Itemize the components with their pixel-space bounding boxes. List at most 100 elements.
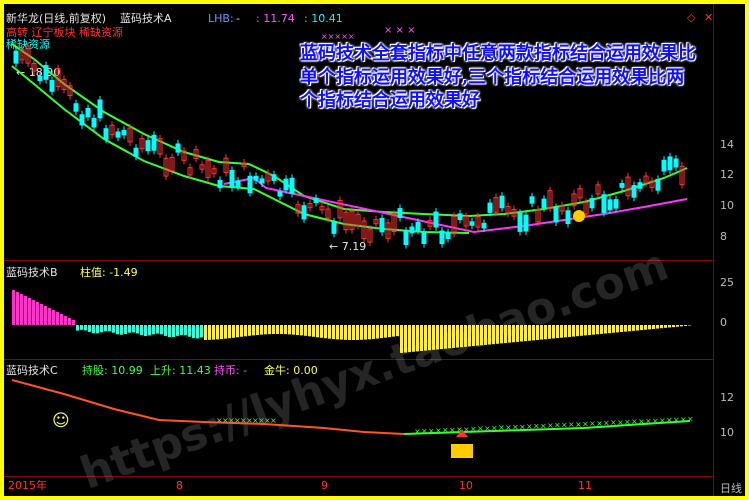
candle-body — [661, 159, 667, 172]
histogram-bar — [40, 304, 43, 325]
histogram-bar — [388, 325, 391, 338]
histogram-bar — [52, 310, 55, 325]
histogram-bar — [32, 300, 35, 325]
trend-marker: × — [554, 421, 561, 430]
candle-body — [271, 174, 277, 181]
histogram-bar — [476, 325, 479, 346]
candle-body — [619, 183, 625, 188]
histogram-bar — [364, 325, 367, 340]
trend-marker: × — [505, 423, 512, 432]
candle-body — [523, 214, 529, 232]
histogram-bar — [120, 325, 123, 335]
histogram-bar — [304, 325, 307, 336]
histogram-bar — [92, 325, 95, 334]
trend-marker: × — [582, 419, 589, 428]
trend-marker: × — [575, 420, 582, 429]
candle-body — [469, 221, 475, 226]
chart-window[interactable]: 新华龙(日线,前复权) 蓝码技术A LHB: - : 11.74 : 10.41… — [4, 4, 745, 496]
trend-marker: × — [491, 424, 498, 433]
candle-body — [253, 175, 259, 181]
trend-marker: × — [666, 416, 673, 425]
histogram-bar — [276, 325, 279, 335]
trend-marker: × — [652, 416, 659, 425]
price-chart[interactable]: × × × × × × × × × ×× × × × × × × × × × × × × × × × × × × × × × × × × × × × × ×… — [4, 4, 745, 496]
histogram-bar — [140, 325, 143, 336]
trend-marker: × — [631, 417, 638, 426]
trend-marker: × — [680, 415, 687, 424]
histogram-bar — [624, 325, 627, 332]
histogram-bar — [104, 325, 107, 332]
histogram-bar — [48, 308, 51, 325]
histogram-bar — [72, 320, 75, 325]
histogram-bar — [436, 325, 439, 350]
histogram-bar — [196, 325, 199, 339]
histogram-bar — [508, 325, 511, 343]
trend-marker: × — [617, 418, 624, 427]
histogram-bar — [360, 325, 363, 340]
histogram-bar — [460, 325, 463, 348]
histogram-bar — [12, 290, 15, 325]
trend-marker: × — [645, 417, 652, 426]
candle-body — [457, 213, 463, 221]
histogram-bar — [244, 325, 247, 337]
candle-body — [289, 177, 295, 194]
histogram-bar — [16, 292, 19, 325]
histogram-bar — [552, 325, 555, 339]
histogram-bar — [588, 325, 591, 336]
trend-marker: × — [421, 427, 428, 436]
histogram-bar — [548, 325, 551, 339]
histogram-bar — [24, 296, 27, 325]
candle-body — [313, 197, 319, 203]
candle-body — [589, 198, 595, 209]
histogram-bar — [356, 325, 359, 340]
histogram-bar — [532, 325, 535, 341]
histogram-bar — [368, 325, 371, 340]
trend-marker: × — [519, 422, 526, 431]
histogram-bar — [452, 325, 455, 348]
histogram-bar — [180, 325, 183, 335]
histogram-bar — [100, 325, 103, 333]
histogram-bar — [636, 325, 639, 331]
histogram-bar — [84, 325, 87, 331]
histogram-bar — [28, 298, 31, 325]
ma-line-upper — [11, 43, 688, 218]
trend-marker: × — [435, 426, 442, 435]
trend-marker: × — [603, 418, 610, 427]
candle-body — [667, 156, 673, 171]
histogram-bar — [544, 325, 547, 340]
candle-body — [517, 212, 523, 232]
histogram-bar — [376, 325, 379, 339]
histogram-bar — [372, 325, 375, 339]
histogram-bar — [224, 325, 227, 339]
histogram-bar — [536, 325, 539, 340]
histogram-bar — [428, 325, 431, 351]
trend-marker: × — [533, 422, 540, 431]
histogram-bar — [292, 325, 295, 335]
trend-marker: × — [624, 418, 631, 427]
histogram-bar — [80, 325, 83, 330]
candle-body — [433, 211, 439, 228]
trend-marker: × — [470, 424, 477, 433]
histogram-bar — [484, 325, 487, 345]
histogram-bar — [164, 325, 167, 336]
candle-body — [103, 128, 109, 140]
candle-body — [115, 131, 121, 138]
candle-body — [331, 221, 337, 234]
candle-body — [49, 80, 55, 92]
histogram-bar — [348, 325, 351, 340]
histogram-bar — [176, 325, 179, 336]
trend-marker: × — [270, 416, 277, 425]
histogram-bar — [472, 325, 475, 347]
candle-body — [247, 175, 253, 194]
histogram-bar — [380, 325, 383, 339]
candle-body — [403, 230, 409, 246]
histogram-bar — [408, 325, 411, 353]
histogram-bar — [464, 325, 467, 347]
histogram-bar — [68, 318, 71, 325]
histogram-bar — [568, 325, 571, 337]
histogram-bar — [672, 325, 675, 328]
histogram-bar — [60, 314, 63, 325]
candle-body — [601, 194, 607, 214]
candle-body — [37, 75, 43, 82]
histogram-bar — [300, 325, 303, 336]
